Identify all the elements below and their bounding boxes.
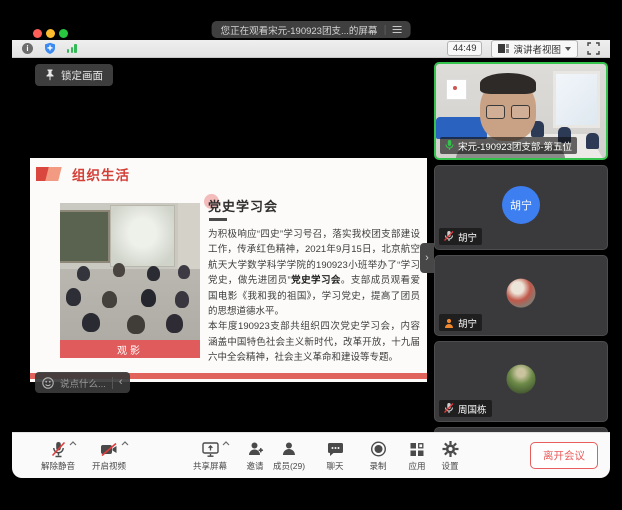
status-bar: i 44:49 演讲者视图: [12, 40, 610, 58]
share-screen-icon: [201, 441, 218, 457]
chat-collapse-icon[interactable]: ‹: [119, 377, 123, 388]
mic-on-icon: [445, 140, 454, 151]
chevron-up-icon[interactable]: [121, 441, 129, 446]
lock-view-button[interactable]: 锁定画面: [35, 64, 113, 86]
leave-meeting-button[interactable]: 离开会议: [530, 442, 598, 469]
zoom-window-button[interactable]: [59, 29, 68, 38]
sidebar-collapse-tab[interactable]: ›: [420, 243, 434, 273]
heading-underline: [209, 218, 227, 221]
meeting-window: 您正在观看宋元-190923团支...的屏幕 i 44:49: [12, 18, 610, 478]
network-signal-icon[interactable]: [67, 44, 77, 53]
watching-banner-text: 您正在观看宋元-190923团支...的屏幕: [221, 23, 378, 37]
emoji-icon[interactable]: [42, 377, 54, 389]
classroom-photo-image: [60, 203, 200, 340]
layout-icon: [498, 44, 509, 53]
photo-caption: 观影: [60, 340, 200, 358]
status-right-controls: 44:49 演讲者视图: [447, 40, 600, 58]
unmute-button[interactable]: 解除静音: [41, 440, 75, 472]
chevron-down-icon: [565, 47, 571, 51]
start-video-button[interactable]: 开启视频: [92, 440, 126, 472]
slide-paragraph-1: 为积极响应“四史”学习号召，落实我校团支部建设工作，传承红色精神，2021年9月…: [208, 227, 420, 319]
chat-placeholder[interactable]: 说点什么...: [60, 376, 106, 390]
participant-tile[interactable]: 胡宁: [434, 255, 608, 336]
participant-name-tag: 胡宁: [439, 228, 482, 245]
camera-muted-icon: [100, 442, 118, 457]
record-button[interactable]: 录制: [369, 440, 386, 472]
share-screen-button[interactable]: 共享屏幕: [193, 440, 227, 472]
chevron-up-icon[interactable]: [221, 441, 229, 446]
section-title: 组织生活: [72, 164, 130, 184]
chevron-up-icon[interactable]: [68, 441, 76, 446]
phone-user-icon: [444, 318, 454, 328]
info-icon[interactable]: i: [22, 43, 33, 54]
apps-grid-icon: [409, 442, 424, 457]
mic-muted-icon: [50, 441, 65, 458]
shield-icon[interactable]: [44, 42, 56, 55]
apps-button[interactable]: 应用: [408, 440, 425, 472]
participants-sidebar: 宋元-190923团支部-第五位 胡宁 胡宁: [434, 62, 608, 432]
speaker-face: [480, 79, 536, 141]
meeting-app: 您正在观看宋元-190923团支...的屏幕 i 44:49: [0, 0, 622, 510]
lock-view-label: 锁定画面: [61, 68, 103, 83]
avatar: 胡宁: [502, 185, 540, 223]
titlebar: 您正在观看宋元-190923团支...的屏幕: [12, 18, 610, 40]
presentation-slide: 组织生活: [30, 158, 427, 382]
status-left-icons: i: [22, 42, 77, 55]
gear-icon: [442, 441, 458, 457]
participant-tile[interactable]: 周国栋: [434, 341, 608, 422]
members-button[interactable]: 成员(29): [273, 440, 305, 472]
shared-screen-area: 锁定画面 组织生活: [12, 58, 610, 432]
fullscreen-icon[interactable]: [587, 42, 600, 55]
participant-name-tag: 胡宁: [439, 314, 482, 331]
chat-bubble-icon: [327, 442, 343, 457]
close-window-button[interactable]: [33, 29, 42, 38]
participant-tile[interactable]: 胡宁 胡宁: [434, 165, 608, 250]
avatar: [507, 278, 536, 307]
mic-muted-icon: [444, 231, 454, 242]
view-mode-button[interactable]: 演讲者视图: [491, 40, 578, 58]
slide-paragraph-2: 本年度190923支部共组织四次党史学习会，内容涵盖中国特色社会主义新时代，改革…: [208, 319, 420, 365]
pin-icon: [45, 69, 55, 81]
watching-banner[interactable]: 您正在观看宋元-190923团支...的屏幕: [212, 21, 411, 38]
slide-heading: 党史学习会: [208, 196, 420, 215]
divider: [384, 25, 385, 35]
invite-person-icon: [247, 441, 263, 457]
participant-name-tag: 周国栋: [439, 400, 492, 417]
mic-muted-icon: [444, 403, 454, 414]
classroom-photo: 观影: [60, 203, 200, 358]
slide-section-header: 组织生活: [36, 164, 130, 184]
settings-button[interactable]: 设置: [441, 440, 458, 472]
chat-button[interactable]: 聊天: [326, 440, 343, 472]
record-icon: [370, 441, 386, 457]
bottom-toolbar: 解除静音 开启视频: [12, 432, 610, 478]
participant-name-tag: 宋元-190923团支部-第五位: [440, 137, 577, 154]
chat-quick-input[interactable]: 说点什么... ‹: [35, 372, 130, 393]
minimize-window-button[interactable]: [46, 29, 55, 38]
meeting-timer: 44:49: [447, 41, 483, 56]
invite-button[interactable]: 邀请: [246, 440, 263, 472]
avatar: [507, 364, 536, 393]
participant-tile-video[interactable]: 宋元-190923团支部-第五位: [434, 62, 608, 160]
traffic-lights: [33, 29, 68, 38]
slide-text-column: 党史学习会 为积极响应“四史”学习号召，落实我校团支部建设工作，传承红色精神，2…: [208, 196, 420, 365]
divider: [112, 377, 113, 389]
view-mode-label: 演讲者视图: [513, 42, 561, 56]
section-marker: [36, 166, 66, 182]
banner-menu-icon[interactable]: [392, 26, 401, 33]
person-icon: [282, 441, 296, 457]
